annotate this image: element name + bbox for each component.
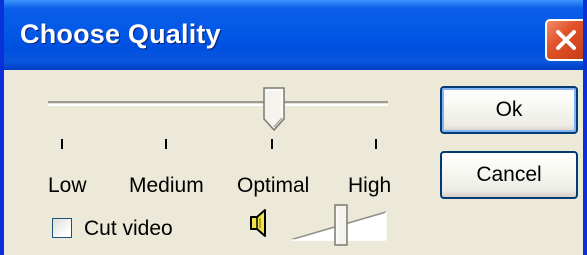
- tick-high: [375, 139, 377, 149]
- tick-label-high: High: [348, 174, 392, 197]
- window-title: Choose Quality: [20, 19, 221, 49]
- close-icon: [556, 30, 576, 50]
- close-button[interactable]: [545, 19, 583, 61]
- cut-video-label[interactable]: Cut video: [84, 217, 173, 241]
- volume-slider[interactable]: [290, 204, 390, 246]
- tick-medium: [165, 139, 167, 149]
- cancel-button[interactable]: Cancel: [440, 151, 578, 199]
- tick-label-low: Low: [48, 174, 87, 197]
- tick-label-optimal: Optimal: [237, 174, 310, 197]
- quality-slider-track[interactable]: [48, 101, 388, 106]
- tick-optimal: [271, 139, 273, 149]
- quality-slider-thumb[interactable]: [263, 87, 285, 131]
- title-bar: Choose Quality: [4, 0, 583, 70]
- tick-label-medium: Medium: [129, 174, 204, 197]
- tick-low: [61, 139, 63, 149]
- ok-button[interactable]: Ok: [440, 86, 578, 134]
- choose-quality-dialog: Choose Quality Low Medium Optimal High O…: [0, 0, 587, 255]
- cut-video-checkbox[interactable]: [52, 218, 72, 238]
- speaker-icon[interactable]: [248, 207, 274, 239]
- volume-slider-thumb[interactable]: [334, 204, 348, 246]
